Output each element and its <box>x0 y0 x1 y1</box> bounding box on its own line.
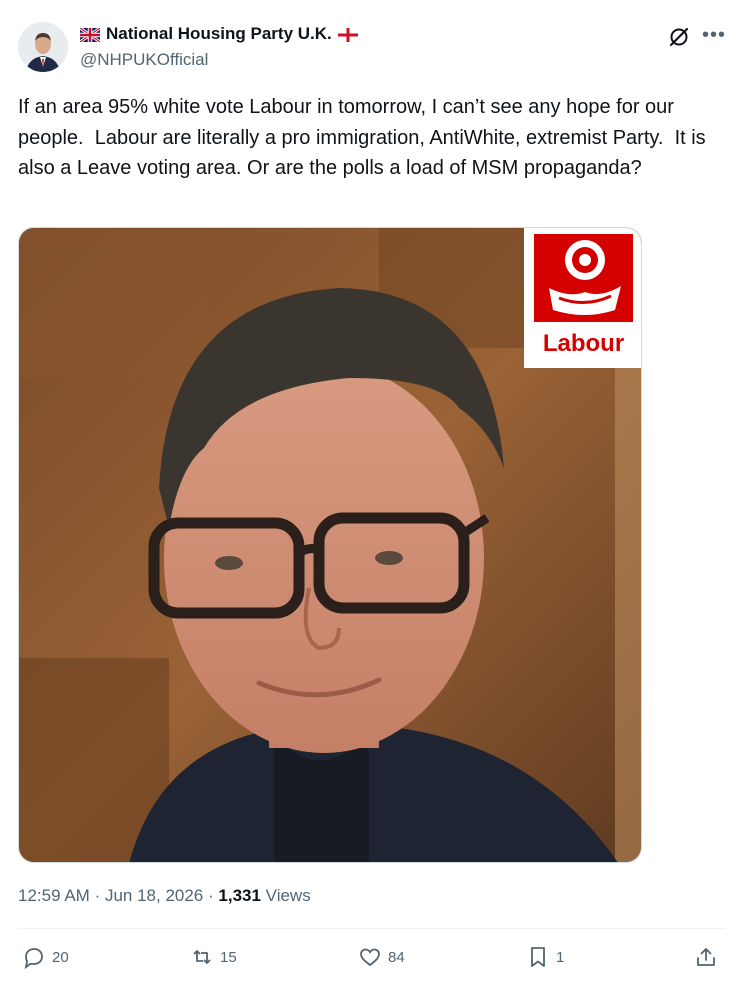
repost-button[interactable]: 15 <box>190 945 237 969</box>
avatar-image <box>18 22 68 72</box>
author-display-name[interactable]: National Housing Party U.K. <box>106 24 332 44</box>
bookmark-icon <box>531 947 545 967</box>
author-name-row[interactable]: National Housing Party U.K. <box>79 24 358 44</box>
uk-flag-icon <box>79 26 101 44</box>
tweet-media-image[interactable]: Labour <box>18 227 642 863</box>
author-handle[interactable]: @NHPUKOfficial <box>80 50 208 70</box>
grok-icon[interactable] <box>668 26 690 48</box>
views-label: Views <box>265 886 311 905</box>
meta-separator: · <box>94 886 105 905</box>
england-flag-icon <box>337 27 358 42</box>
repost-icon <box>193 950 211 964</box>
views-count: 1,331 <box>218 886 261 905</box>
reply-button[interactable]: 20 <box>22 945 69 969</box>
labour-rose-icon <box>534 234 633 322</box>
tweet-actions: 20 15 84 1 <box>18 945 725 977</box>
photo-portrait <box>19 228 641 862</box>
tweet-text: If an area 95% white vote Labour in tomo… <box>18 96 712 179</box>
labour-logo-text: Labour <box>542 330 625 357</box>
share-button[interactable] <box>694 945 718 969</box>
like-button[interactable]: 84 <box>358 945 405 969</box>
divider <box>18 928 725 929</box>
heart-icon <box>360 948 380 967</box>
reply-count: 20 <box>52 948 69 966</box>
meta-separator: · <box>208 886 219 905</box>
like-count: 84 <box>388 948 405 966</box>
tweet-time[interactable]: 12:59 AM <box>18 886 90 905</box>
share-icon <box>697 948 715 966</box>
more-options-icon[interactable]: ••• <box>702 24 726 47</box>
bookmark-button[interactable]: 1 <box>526 945 564 969</box>
reply-icon <box>24 948 43 969</box>
bookmark-count: 1 <box>556 948 565 966</box>
tweet-date[interactable]: Jun 18, 2026 <box>105 886 203 905</box>
repost-count: 15 <box>220 948 237 966</box>
avatar[interactable] <box>18 22 68 72</box>
tweet-meta: 12:59 AM · Jun 18, 2026 · 1,331 Views <box>18 886 311 906</box>
